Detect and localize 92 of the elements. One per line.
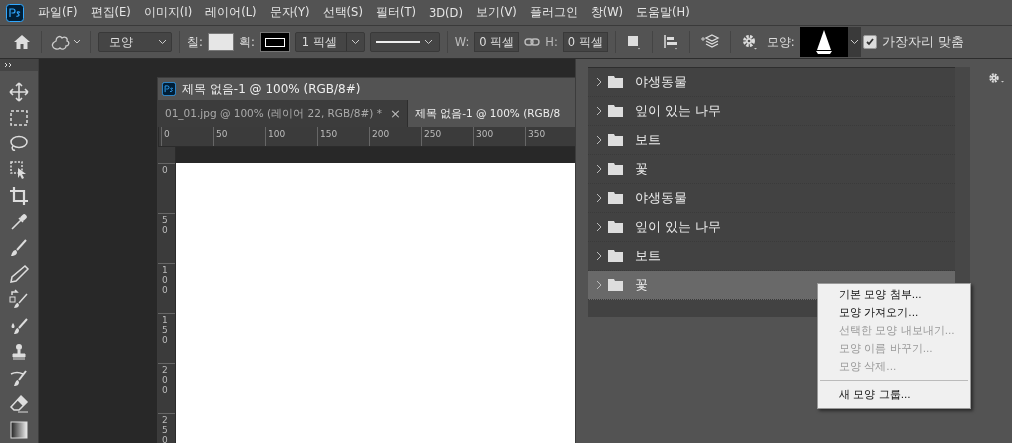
document-tab[interactable]: 제목 없음-1 @ 100% (RGB/8 <box>407 100 575 127</box>
ruler-label: 300 <box>473 127 525 146</box>
menu-item[interactable]: 선택(S) <box>316 5 370 20</box>
document-tab[interactable]: 01_01.jpg @ 100% (레이어 22, RGB/8#) * × <box>158 100 408 127</box>
folder-icon <box>608 279 623 291</box>
folder-icon <box>608 105 623 117</box>
stroke-width-field[interactable]: 1 픽셀 <box>294 32 365 52</box>
shape-group-name: 잎이 있는 나무 <box>635 102 722 120</box>
shape-group-name: 잎이 있는 나무 <box>635 218 722 236</box>
chevron-down-icon <box>158 39 167 45</box>
ruler-label: 200 <box>369 127 421 146</box>
ruler-label: 250 <box>421 127 473 146</box>
folder-icon <box>608 250 623 262</box>
align-left-icon[interactable] <box>662 33 679 51</box>
folder-icon <box>608 221 623 233</box>
shape-group-name: 꽃 <box>635 160 648 178</box>
chevron-right-icon[interactable] <box>596 135 602 145</box>
tool-preset-picker[interactable] <box>49 33 83 51</box>
ruler-label: 250 <box>162 416 168 443</box>
ruler-label: 50 <box>162 216 168 236</box>
ruler-label: 0 <box>162 166 168 176</box>
align-edges-checkbox[interactable] <box>862 35 877 49</box>
ruler-label: 0 <box>161 127 213 146</box>
menu-item[interactable]: 3D(D) <box>422 5 470 20</box>
ruler-label: 50 <box>213 127 265 146</box>
settings-icon[interactable] <box>988 72 1006 86</box>
shape-group-name: 보트 <box>635 131 661 149</box>
chevron-down-icon[interactable] <box>350 39 360 45</box>
menu-item[interactable]: 모양 가져오기... <box>818 304 970 322</box>
chevron-down-icon[interactable] <box>849 39 859 45</box>
ruler-label: 150 <box>162 316 168 346</box>
chevron-right-icon[interactable] <box>596 251 602 261</box>
sailboat-icon <box>799 27 848 57</box>
stroke-type-dropdown[interactable] <box>369 32 440 52</box>
height-label: H: <box>545 35 558 49</box>
shape-group-row[interactable]: 잎이 있는 나무 <box>588 213 955 242</box>
folder-icon <box>608 163 623 175</box>
close-tab-button[interactable]: × <box>389 106 401 121</box>
tool-mode-dropdown[interactable]: 모양 <box>98 32 172 52</box>
expand-panel-icon[interactable] <box>4 62 14 68</box>
shape-group-row[interactable]: 야생동물 <box>588 68 955 97</box>
menu-item[interactable]: 도움말(H) <box>630 5 697 20</box>
shape-group-row[interactable]: 꽃 <box>588 155 955 184</box>
folder-icon <box>608 76 623 88</box>
height-field[interactable]: 0 픽셀 <box>562 32 608 52</box>
app-logo-icon <box>162 82 176 96</box>
width-label: W: <box>454 35 470 49</box>
chevron-right-icon[interactable] <box>596 164 602 174</box>
menu-item[interactable]: 편집(E) <box>84 5 138 20</box>
chevron-right-icon[interactable] <box>596 222 602 232</box>
menu-item[interactable]: 문자(Y) <box>263 5 317 20</box>
chevron-right-icon[interactable] <box>596 193 602 203</box>
ruler-label: 100 <box>265 127 317 146</box>
chevron-right-icon[interactable] <box>596 106 602 116</box>
shape-group-name: 야생동물 <box>635 73 687 91</box>
shape-label: 모양: <box>766 34 795 50</box>
width-field[interactable]: 0 픽셀 <box>474 32 520 52</box>
shape-group-row[interactable]: 잎이 있는 나무 <box>588 97 955 126</box>
link-icon[interactable] <box>524 37 541 47</box>
menu-item[interactable]: 플러그인 <box>523 5 585 20</box>
folder-icon <box>608 134 623 146</box>
app-logo-icon[interactable] <box>6 3 24 22</box>
chevron-right-icon[interactable] <box>596 280 602 290</box>
menu-item[interactable]: 새 모양 그룹... <box>818 386 970 404</box>
stroke-swatch[interactable] <box>259 32 290 52</box>
chevron-right-icon[interactable] <box>596 77 602 87</box>
shape-group-name: 야생동물 <box>635 189 687 207</box>
ruler-label: 200 <box>162 366 168 396</box>
ruler-label: 100 <box>162 266 168 296</box>
fill-label: 칠: <box>187 34 203 50</box>
menu-item[interactable]: 파일(F) <box>32 5 85 20</box>
menu-item[interactable]: 보기(V) <box>469 5 524 20</box>
menu-item[interactable]: 이미지(I) <box>137 5 200 20</box>
shape-group-row[interactable]: 보트 <box>588 126 955 155</box>
shape-group-name: 보트 <box>635 247 661 265</box>
menu-item[interactable]: 창(W) <box>584 5 631 20</box>
document-title: 제목 없음-1 @ 100% (RGB/8#) <box>182 80 361 98</box>
align-edges-label: 가장자리 맞춤 <box>881 33 964 51</box>
settings-icon[interactable] <box>740 33 759 51</box>
menu-item[interactable]: 필터(T) <box>369 5 423 20</box>
fill-swatch[interactable] <box>207 33 234 51</box>
solid-line-icon <box>375 40 420 44</box>
folder-icon <box>608 192 623 204</box>
shape-group-row[interactable]: 야생동물 <box>588 184 955 213</box>
shape-picker[interactable] <box>799 27 861 57</box>
shape-group-name: 꽃 <box>635 276 648 294</box>
menu-item[interactable]: 레이어(L) <box>199 5 264 20</box>
home-icon[interactable] <box>13 34 31 50</box>
stroke-label: 획: <box>238 34 255 50</box>
chevron-down-icon <box>423 39 433 45</box>
ruler-label: 150 <box>317 127 369 146</box>
square-icon[interactable] <box>625 33 642 51</box>
